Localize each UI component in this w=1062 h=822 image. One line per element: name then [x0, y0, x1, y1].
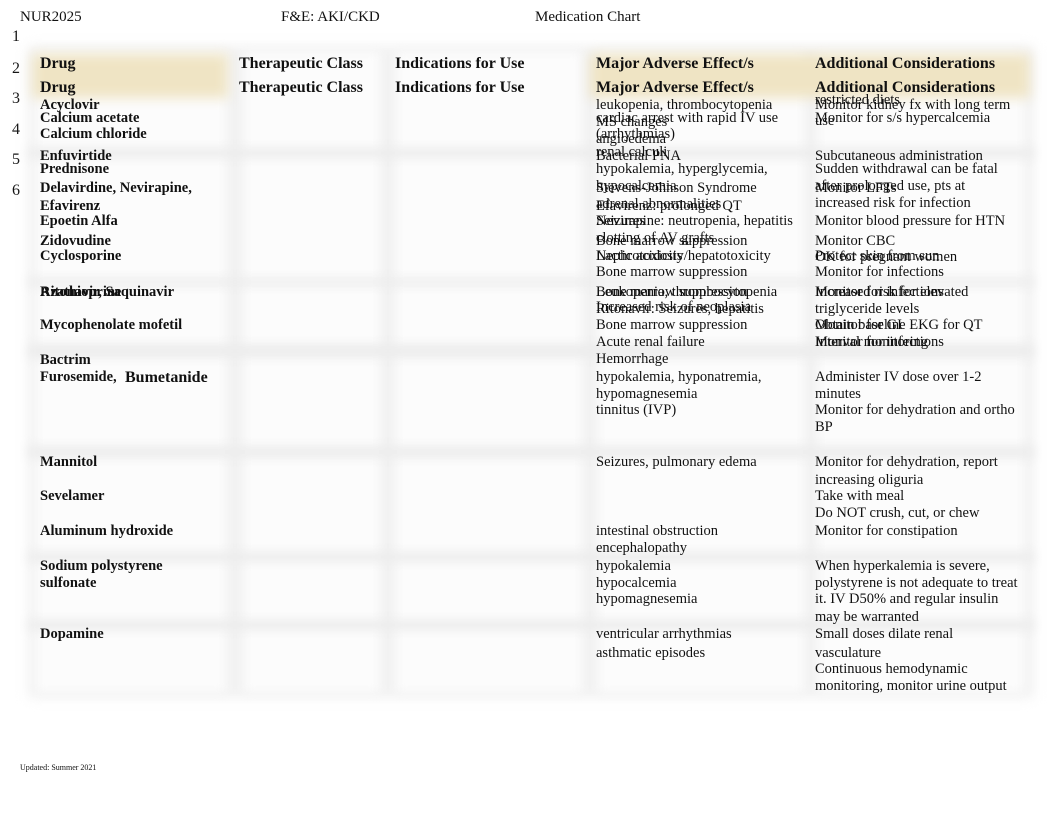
- consideration: Monitor for s/s hypercalcemia: [815, 110, 991, 126]
- course-code: NUR2025: [20, 9, 82, 25]
- adverse-effect: asthmatic episodes: [596, 645, 706, 661]
- drug-name: Mannitol: [40, 454, 98, 470]
- line-number: 1: [12, 28, 20, 45]
- consideration: Monitor for infections: [815, 264, 944, 280]
- drug-name: Cyclosporine: [40, 248, 122, 264]
- document-title: Medication Chart: [535, 9, 641, 25]
- adverse-effect: Seizures, pulmonary edema: [596, 454, 757, 470]
- line-number: 2: [12, 60, 20, 77]
- line-number: 6: [12, 182, 20, 199]
- consideration: Do NOT crush, cut, or chew: [815, 505, 980, 521]
- drug-name: Delavirdine, Nevirapine,: [40, 180, 192, 196]
- drug-name: Mycophenolate mofetil: [40, 317, 183, 333]
- consideration: increased risk for infection: [815, 195, 971, 211]
- column-header-class: Therapeutic Class: [239, 79, 363, 96]
- drug-name: Calcium chloride: [40, 126, 147, 142]
- drug-name: Dopamine: [40, 626, 104, 642]
- consideration: polystyrene is not adequate to treat: [815, 575, 1018, 591]
- drug-name: Sodium polystyrene: [40, 558, 163, 574]
- drug-name: Sevelamer: [40, 488, 105, 504]
- consideration: Monitor for dehydration, report: [815, 454, 998, 470]
- adverse-effect: hypomagnesemia: [596, 591, 698, 607]
- consideration: Administer IV dose over 1-2: [815, 369, 982, 385]
- drug-name: Bactrim: [40, 352, 91, 368]
- adverse-effect: tinnitus (IVP): [596, 402, 677, 418]
- drug-name: Epoetin Alfa: [40, 213, 118, 229]
- consideration: Monitor for infections: [815, 334, 944, 350]
- consideration: Sudden withdrawal can be fatal: [815, 161, 998, 177]
- drug-name: Aluminum hydroxide: [40, 523, 174, 539]
- adverse-effect: Stevens-Johnson Syndrome: [596, 180, 757, 196]
- consideration: it. IV D50% and regular insulin: [815, 591, 999, 607]
- column-header-indications: Indications for Use: [395, 79, 525, 96]
- consideration: Monitor blood pressure for HTN: [815, 213, 1006, 229]
- consideration: BP: [815, 419, 833, 435]
- topic: F&E: AKI/CKD: [281, 9, 380, 25]
- drug-name: sulfonate: [40, 575, 97, 591]
- consideration: Continuous hemodynamic: [815, 661, 968, 677]
- consideration: monitoring, monitor urine output: [815, 678, 1007, 694]
- consideration: increasing oliguria: [815, 472, 924, 488]
- column-header-considerations: Additional Considerations: [815, 55, 996, 72]
- line-number: 3: [12, 90, 20, 107]
- column-header-adverse: Major Adverse Effect/s: [596, 55, 754, 72]
- drug-name: Furosemide,: [40, 369, 117, 385]
- consideration: Monitor for dehydration and ortho: [815, 402, 1015, 418]
- drug-name: Calcium acetate: [40, 110, 140, 126]
- adverse-effect: Nevirapine: neutropenia, hepatitis: [596, 213, 793, 229]
- consideration: Small doses dilate renal: [815, 626, 954, 642]
- column-header-drug: Drug: [40, 79, 76, 96]
- adverse-effect: hypocalcemia: [596, 575, 677, 591]
- adverse-effect: Acute renal failure: [596, 334, 705, 350]
- adverse-effect: hypomagnesemia: [596, 386, 698, 402]
- adverse-effect: hypokalemia, hyponatremia,: [596, 369, 762, 385]
- line-number: 5: [12, 151, 20, 168]
- column-header-class: Therapeutic Class: [239, 55, 363, 72]
- adverse-effect: Bone marrow suppression: [596, 317, 748, 333]
- adverse-effect: Bone marrow suppression: [596, 264, 748, 280]
- consideration: Monitor for constipation: [815, 523, 958, 539]
- line-number: 4: [12, 121, 20, 138]
- consideration: Take with meal: [815, 488, 905, 504]
- adverse-effect: hypokalemia, hyperglycemia,: [596, 161, 768, 177]
- adverse-effect: hypokalemia: [596, 558, 671, 574]
- adverse-effect: Ritonavir: Seizures, hepatitis: [596, 301, 764, 317]
- drug-name: Bumetanide: [125, 369, 208, 386]
- consideration: vasculature: [815, 645, 882, 661]
- consideration: triglyceride levels: [815, 301, 920, 317]
- consideration: may be warranted: [815, 609, 919, 625]
- adverse-effect: encephalopathy: [596, 540, 687, 556]
- updated-note: Updated: Summer 2021: [20, 763, 97, 772]
- drug-name: Ritonavir, Saquinavir: [40, 284, 175, 300]
- drug-name: Prednisone: [40, 161, 110, 177]
- consideration: When hyperkalemia is severe,: [815, 558, 990, 574]
- consideration: Monitor for GI: [815, 317, 902, 333]
- column-header-drug: Drug: [40, 55, 76, 72]
- adverse-effect: ventricular arrhythmias: [596, 626, 732, 642]
- column-header-adverse: Major Adverse Effect/s: [596, 79, 754, 96]
- column-header-indications: Indications for Use: [395, 55, 525, 72]
- consideration: Increased risk for elevated: [815, 284, 969, 300]
- adverse-effect: intestinal obstruction: [596, 523, 719, 539]
- adverse-effect: Nephrotoxicity/hepatotoxicity: [596, 248, 771, 264]
- adverse-effect: Hemorrhage: [596, 351, 669, 367]
- consideration: minutes: [815, 386, 861, 402]
